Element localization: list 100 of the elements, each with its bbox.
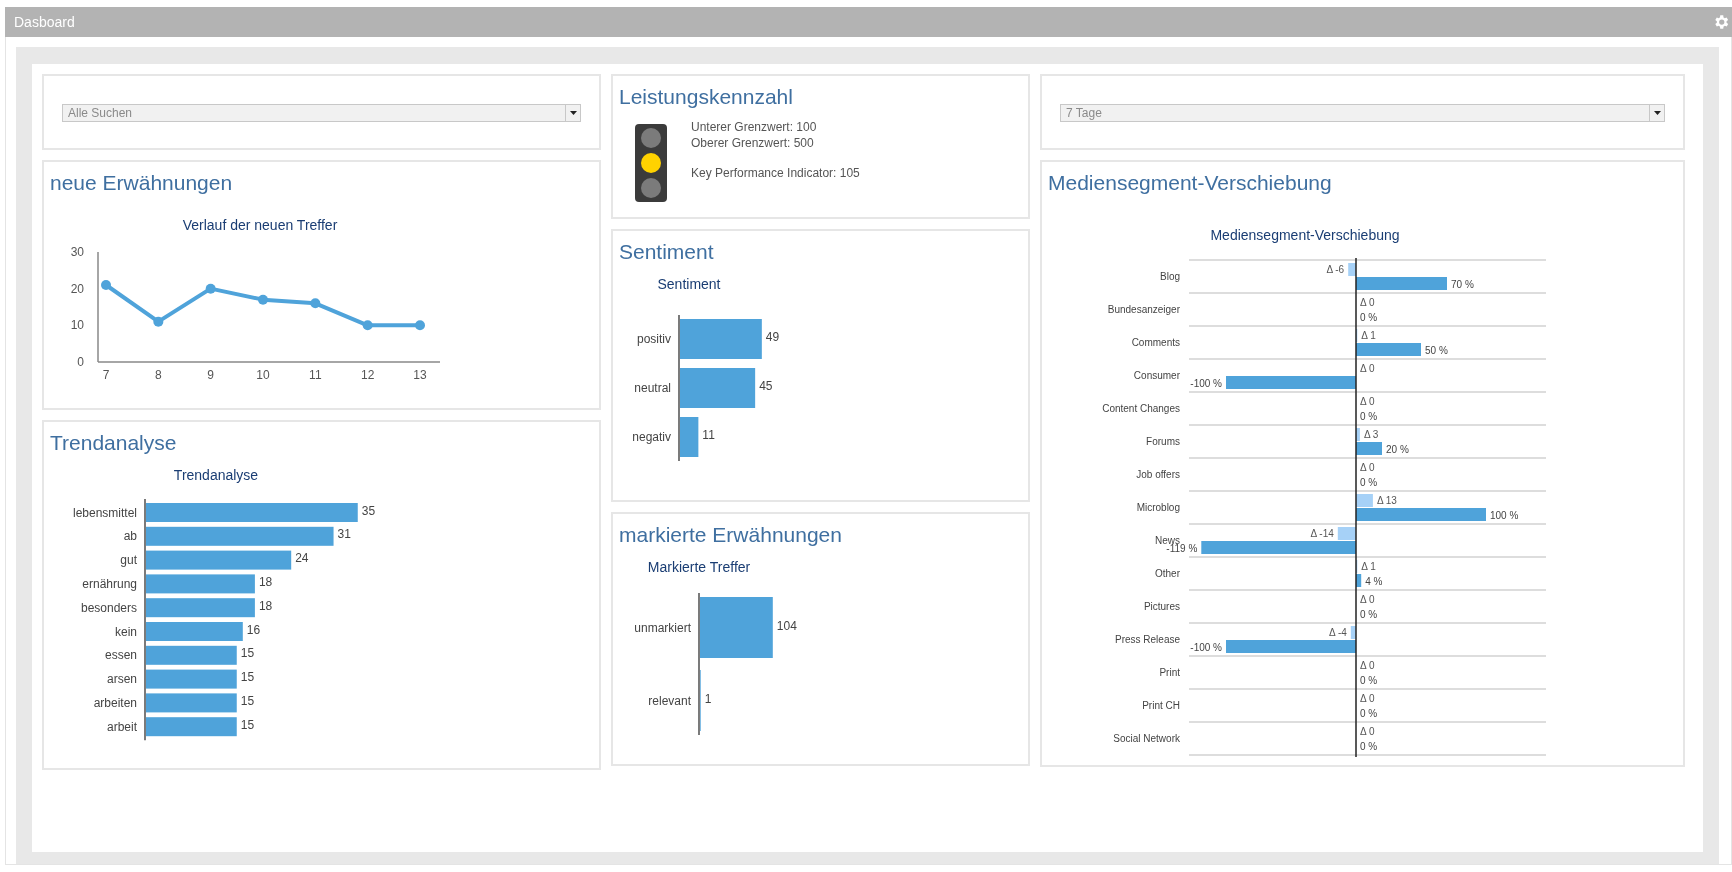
value-label: Δ -4 xyxy=(1329,627,1347,638)
value-label: Δ -14 xyxy=(1310,528,1334,539)
category-label: essen xyxy=(104,648,137,663)
value-label: 31 xyxy=(337,527,351,542)
category-label: Bundesanzeiger xyxy=(1107,304,1180,315)
value-label: 15 xyxy=(240,646,255,661)
value-label: 24 xyxy=(295,551,309,566)
value-label: 50 % xyxy=(1425,345,1448,356)
category-label: ernährung xyxy=(82,576,137,591)
category-label: Forums xyxy=(1146,436,1180,447)
value-label: 0 % xyxy=(1360,609,1378,620)
category-label: News xyxy=(1155,535,1180,546)
category-label: negativ xyxy=(632,430,671,444)
axis-tick-label: 13 xyxy=(413,368,427,382)
chart-title: Trendanalyse xyxy=(173,467,259,483)
category-label: arbeiten xyxy=(93,695,137,710)
value-label: 0 % xyxy=(1360,312,1378,323)
value-label: Δ 0 xyxy=(1360,363,1375,374)
value-label: 45 xyxy=(759,379,773,393)
category-label: relevant xyxy=(648,693,691,708)
category-label: Press Release xyxy=(1114,634,1180,645)
value-label: Δ 0 xyxy=(1360,462,1375,473)
category-label: Microblog xyxy=(1136,502,1180,513)
value-label: 49 xyxy=(765,330,780,344)
kpi-text: Unterer Grenzwert: 100 xyxy=(691,120,818,134)
axis-tick-label: 30 xyxy=(70,245,84,259)
axis-tick-label: 9 xyxy=(207,368,214,382)
category-label: Print CH xyxy=(1142,700,1180,711)
chart-title: Verlauf der neuen Treffer xyxy=(182,217,338,233)
category-label: Job offers xyxy=(1136,469,1180,480)
category-label: Other xyxy=(1155,568,1180,579)
value-label: 4 % xyxy=(1365,576,1383,587)
value-label: 104 xyxy=(776,618,797,633)
category-label: arsen xyxy=(106,672,137,687)
category-label: Pictures xyxy=(1143,601,1180,612)
category-label: ab xyxy=(123,529,137,544)
value-label: Δ 0 xyxy=(1360,594,1375,605)
value-label: 70 % xyxy=(1451,279,1474,290)
chart-title: Sentiment xyxy=(657,276,721,292)
value-label: 20 % xyxy=(1386,444,1409,455)
category-label: Social Network xyxy=(1113,733,1180,744)
value-label: -100 % xyxy=(1190,378,1222,389)
window-title: Dasboard xyxy=(14,14,75,30)
value-label: 0 % xyxy=(1360,741,1378,752)
chart-title: Markierte Treffer xyxy=(647,559,751,575)
card-title: Mediensegment-Verschiebung xyxy=(1048,170,1332,196)
value-label: Δ 0 xyxy=(1360,660,1375,671)
axis-tick-label: 10 xyxy=(256,368,270,382)
axis-tick-label: 20 xyxy=(70,281,84,296)
card-title: Trendanalyse xyxy=(50,430,177,456)
value-label: 0 % xyxy=(1360,708,1378,719)
category-label: arbeit xyxy=(106,719,137,734)
category-label: gut xyxy=(120,553,137,568)
axis-tick-label: 8 xyxy=(155,368,162,382)
value-label: -100 % xyxy=(1190,642,1222,653)
category-label: besonders xyxy=(80,600,137,615)
value-label: 18 xyxy=(258,574,273,589)
value-label: Δ 3 xyxy=(1363,429,1379,440)
value-label: Δ 0 xyxy=(1360,297,1375,308)
value-label: Δ 13 xyxy=(1376,495,1397,506)
value-label: -119 % xyxy=(1166,543,1198,554)
value-label: 16 xyxy=(246,622,261,637)
axis-tick-label: 10 xyxy=(70,318,84,333)
card-title: Sentiment xyxy=(619,239,714,265)
value-label: 35 xyxy=(361,503,376,518)
kpi-text: Key Performance Indicator: 105 xyxy=(691,166,860,180)
value-label: 0 % xyxy=(1360,411,1378,422)
value-label: 100 % xyxy=(1490,510,1519,521)
card-title: neue Erwähnungen xyxy=(50,170,233,196)
value-label: 0 % xyxy=(1360,477,1378,488)
value-label: Δ 0 xyxy=(1360,396,1375,407)
value-label: 18 xyxy=(258,598,273,613)
category-label: kein xyxy=(115,624,137,639)
axis-tick-label: 11 xyxy=(309,368,322,382)
card-title: markierte Erwähnungen xyxy=(619,522,842,548)
value-label: Δ 1 xyxy=(1361,330,1376,341)
category-label: neutral xyxy=(634,381,671,395)
value-label: Δ 0 xyxy=(1360,693,1375,704)
category-label: Print xyxy=(1159,667,1180,678)
value-label: Δ 0 xyxy=(1360,726,1375,737)
axis-tick-label: 12 xyxy=(361,368,375,382)
value-label: 11 xyxy=(702,428,715,442)
category-label: positiv xyxy=(637,332,671,346)
value-label: 0 % xyxy=(1360,675,1378,686)
category-label: Consumer xyxy=(1133,370,1180,381)
value-label: 1 xyxy=(704,691,712,706)
category-label: Blog xyxy=(1160,271,1180,282)
kpi-text: Oberer Grenzwert: 500 xyxy=(691,136,815,150)
value-label: 15 xyxy=(240,670,255,685)
value-label: 15 xyxy=(240,717,255,732)
value-label: 15 xyxy=(240,693,255,708)
category-label: lebensmittel xyxy=(72,505,137,520)
axis-tick-label: 7 xyxy=(102,368,110,382)
axis-tick-label: 0 xyxy=(77,355,84,369)
category-label: Comments xyxy=(1131,337,1180,348)
category-label: unmarkiert xyxy=(634,620,691,635)
chart-title: Mediensegment-Verschiebung xyxy=(1210,227,1400,243)
value-label: Δ 1 xyxy=(1361,561,1376,572)
category-label: Content Changes xyxy=(1102,403,1180,414)
value-label: Δ -6 xyxy=(1326,264,1345,275)
